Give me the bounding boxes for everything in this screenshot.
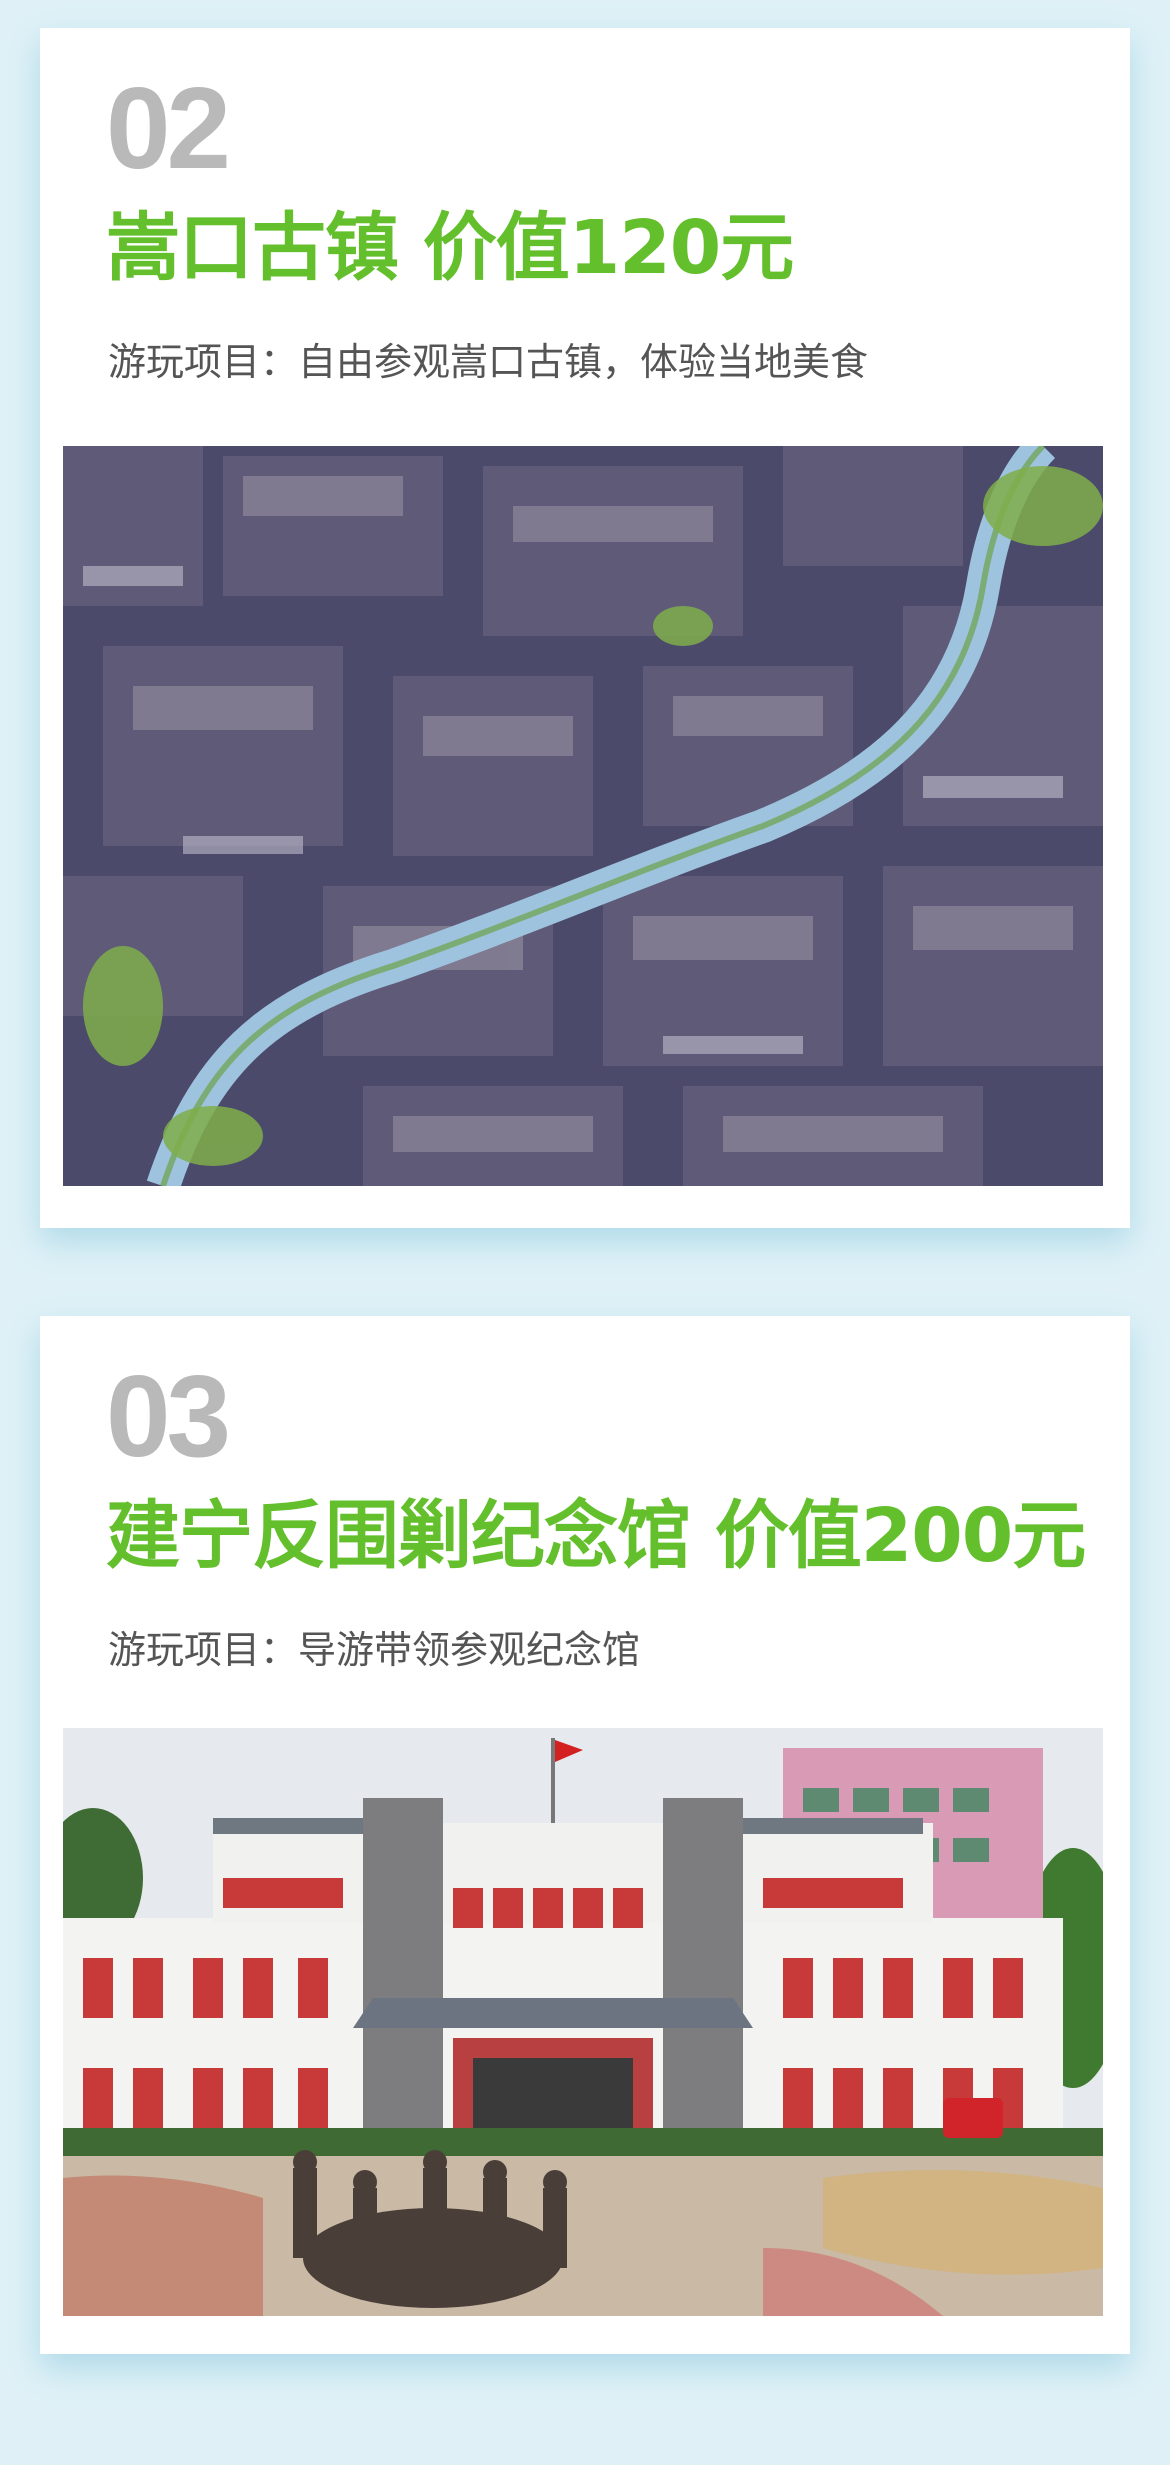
- aerial-ancient-town-photo: [63, 446, 1103, 1186]
- section-number: 02: [106, 63, 231, 193]
- attraction-description: 游玩项目：自由参观嵩口古镇，体验当地美食: [108, 340, 869, 384]
- attraction-title: 嵩口古镇 价值120元: [106, 205, 794, 291]
- attraction-title: 建宁反围剿纪念馆 价值200元: [106, 1493, 1086, 1579]
- attraction-card: 02 嵩口古镇 价值120元 游玩项目：自由参观嵩口古镇，体验当地美食: [40, 28, 1130, 1228]
- attraction-description: 游玩项目：导游带领参观纪念馆: [108, 1628, 641, 1672]
- memorial-hall-photo: [63, 1728, 1103, 2316]
- section-number: 03: [106, 1351, 231, 1481]
- attraction-card: 03 建宁反围剿纪念馆 价值200元 游玩项目：导游带领参观纪念馆: [40, 1316, 1130, 2354]
